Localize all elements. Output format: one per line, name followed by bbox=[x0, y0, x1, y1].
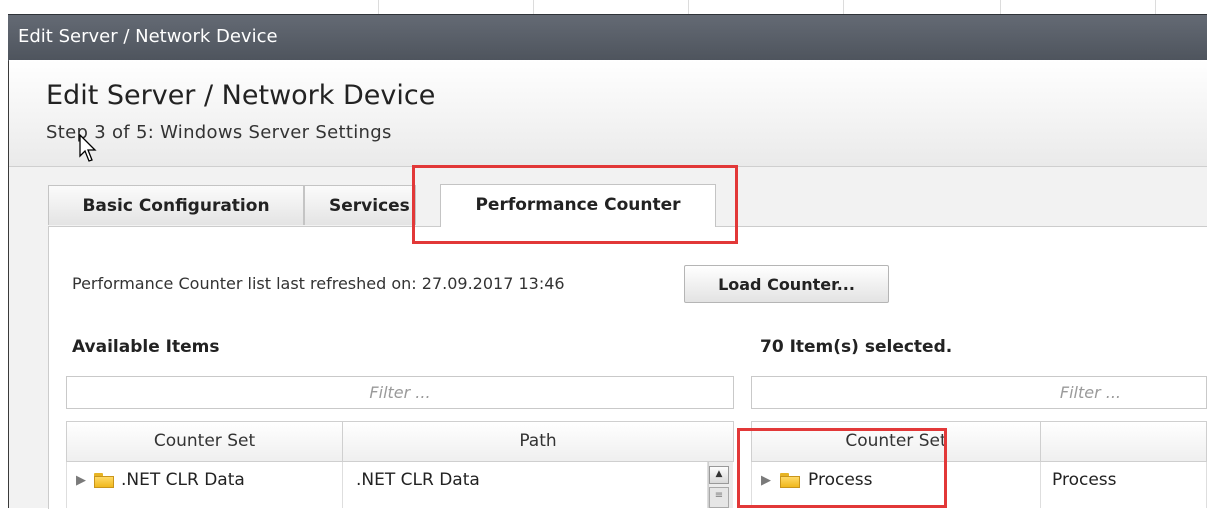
load-counter-button[interactable]: Load Counter... bbox=[684, 265, 889, 303]
refresh-status-text: Performance Counter list last refreshed … bbox=[72, 274, 565, 293]
scrollbar-thumb[interactable]: ≡ bbox=[709, 487, 729, 508]
tab-performance-counter[interactable]: Performance Counter bbox=[440, 184, 716, 227]
selected-filter-input[interactable]: Filter ... bbox=[751, 376, 1207, 409]
available-row-path: .NET CLR Data bbox=[356, 470, 480, 490]
available-items-label: Available Items bbox=[72, 337, 220, 357]
expand-arrow-icon[interactable]: ▶ bbox=[761, 473, 771, 488]
tab-basic-configuration[interactable]: Basic Configuration bbox=[48, 185, 304, 225]
column-divider bbox=[1040, 462, 1041, 508]
mouse-pointer-icon bbox=[79, 134, 97, 162]
available-filter-input[interactable]: Filter ... bbox=[66, 376, 734, 409]
folder-icon bbox=[94, 473, 114, 488]
column-divider bbox=[342, 462, 343, 508]
tab-services[interactable]: Services bbox=[304, 185, 416, 225]
available-column-path[interactable]: Path bbox=[342, 421, 734, 462]
dialog-header bbox=[9, 60, 1207, 167]
selected-items-count: 70 Item(s) selected. bbox=[760, 337, 953, 357]
available-row-counter-set: .NET CLR Data bbox=[121, 470, 245, 490]
top-strip bbox=[0, 0, 1207, 14]
expand-arrow-icon[interactable]: ▶ bbox=[76, 473, 86, 488]
selected-row-path: Process bbox=[1052, 470, 1117, 490]
window-title: Edit Server / Network Device bbox=[18, 26, 278, 47]
available-column-counter-set[interactable]: Counter Set bbox=[66, 421, 343, 462]
selected-row-counter-set: Process bbox=[808, 470, 873, 490]
selected-column-counter-set[interactable]: Counter Set bbox=[751, 421, 1041, 462]
page-title: Edit Server / Network Device bbox=[46, 80, 436, 111]
selected-column-path[interactable] bbox=[1040, 421, 1207, 462]
scroll-up-arrow-icon[interactable]: ▲ bbox=[709, 466, 729, 484]
folder-icon bbox=[780, 473, 800, 488]
